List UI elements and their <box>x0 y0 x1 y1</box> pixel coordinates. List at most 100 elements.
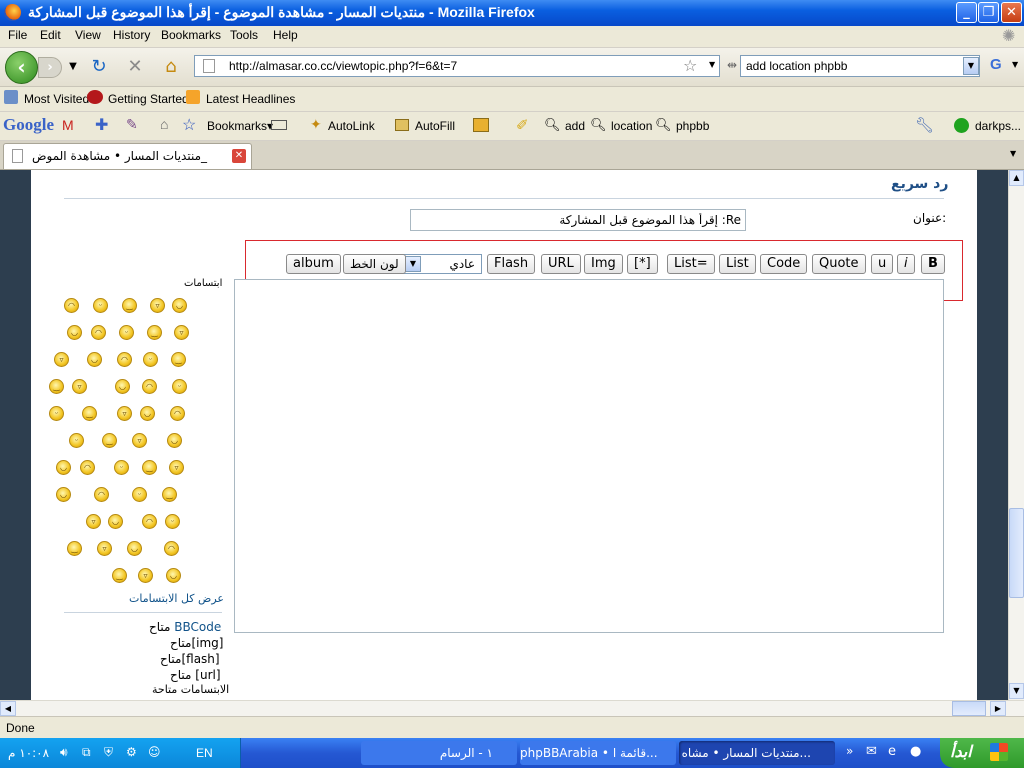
smiley-icon[interactable]: ▿ <box>86 514 101 529</box>
smiley-icon[interactable]: ᵕ <box>172 379 187 394</box>
smiley-icon[interactable]: ◡ <box>167 433 182 448</box>
stop-icon[interactable]: ✕ <box>124 56 146 78</box>
font-size-select[interactable]: عادي ▼ <box>403 254 482 274</box>
smiley-icon[interactable]: ▿ <box>169 460 184 475</box>
view-all-smilies-link[interactable]: عرض كل الابتسامات <box>129 592 224 605</box>
language-indicator[interactable]: EN <box>196 746 213 760</box>
smiley-icon[interactable]: ▿ <box>54 352 69 367</box>
smiley-icon[interactable]: ◠ <box>64 298 79 313</box>
smiley-icon[interactable]: ◡ <box>166 568 181 583</box>
close-button[interactable]: ✕ <box>1001 2 1022 23</box>
smiley-icon[interactable]: ◡ <box>87 352 102 367</box>
ie-icon[interactable]: e <box>888 744 896 759</box>
smiley-icon[interactable]: ᵕ <box>49 406 64 421</box>
message-textarea[interactable] <box>234 279 944 633</box>
google-autofill[interactable]: AutoFill <box>415 119 455 133</box>
wrench-icon[interactable]: 🔧︎ <box>915 116 934 134</box>
smiley-icon[interactable]: ‿ <box>142 460 157 475</box>
google-user[interactable]: darkps... <box>975 119 1021 133</box>
autolink-icon[interactable]: ✦ <box>310 116 322 133</box>
scroll-right-icon[interactable]: ▶ <box>990 701 1006 716</box>
tab-list-icon[interactable]: ▼ <box>1010 149 1016 158</box>
subject-input[interactable] <box>410 209 746 231</box>
url-text[interactable]: http://almasar.co.cc/viewtopic.php?f=6&t… <box>229 59 457 73</box>
tab-close-icon[interactable]: ✕ <box>232 149 246 163</box>
messenger-icon[interactable]: ✉ <box>866 744 877 759</box>
smiley-icon[interactable]: ◠ <box>164 541 179 556</box>
resize-grip-icon[interactable]: ⇹ <box>727 58 737 72</box>
smiley-icon[interactable]: ▿ <box>97 541 112 556</box>
smiley-icon[interactable]: ᵕ <box>93 298 108 313</box>
google-search-icon[interactable]: G <box>990 56 1002 73</box>
url-bar[interactable]: http://almasar.co.cc/viewtopic.php?f=6&t… <box>194 55 720 77</box>
smiley-icon[interactable]: ◡ <box>56 460 71 475</box>
scroll-thumb[interactable] <box>1009 508 1024 598</box>
smiley-icon[interactable]: ‿ <box>102 433 117 448</box>
smiley-icon[interactable]: ᵕ <box>69 433 84 448</box>
list-button[interactable]: List <box>719 254 756 274</box>
bbcode-link[interactable]: BBCode <box>174 620 221 634</box>
smiley-icon[interactable]: ◠ <box>142 514 157 529</box>
bookmark-latest-headlines[interactable]: Latest Headlines <box>206 92 295 106</box>
bookmark-most-visited[interactable]: Most Visited <box>24 92 89 106</box>
smiley-icon[interactable]: ᵕ <box>119 325 134 340</box>
menu-file[interactable]: File <box>8 28 27 42</box>
smiley-icon[interactable]: ᵕ <box>143 352 158 367</box>
smiley-icon[interactable]: ◡ <box>140 406 155 421</box>
search-term-location[interactable]: location <box>611 119 652 133</box>
smiley-icon[interactable]: ‿ <box>162 487 177 502</box>
url-button[interactable]: URL <box>541 254 581 274</box>
smiley-icon[interactable]: ᵕ <box>132 487 147 502</box>
reload-icon[interactable]: ↻ <box>88 56 110 78</box>
quote-button[interactable]: Quote <box>812 254 866 274</box>
firefox-quicklaunch-icon[interactable]: ● <box>910 744 921 759</box>
forward-button[interactable]: › <box>38 57 62 78</box>
gmail-icon[interactable]: M <box>62 117 74 133</box>
smiley-icon[interactable]: ◡ <box>172 298 187 313</box>
menu-history[interactable]: History <box>113 28 150 42</box>
network-icon[interactable]: ⧉ <box>82 745 91 760</box>
quicklaunch-more-icon[interactable]: » <box>846 744 853 758</box>
upload-icon[interactable] <box>473 118 489 132</box>
smiley-icon[interactable]: ◡ <box>56 487 71 502</box>
history-dropdown-icon[interactable]: ▼ <box>62 56 84 78</box>
antivirus-icon[interactable]: ⚙ <box>126 745 137 759</box>
task-button-paint[interactable]: ١ - الرسام <box>361 741 517 765</box>
search-dropdown-icon[interactable]: ▼ <box>963 57 979 75</box>
smiley-icon[interactable]: ▿ <box>150 298 165 313</box>
menu-tools[interactable]: Tools <box>230 28 258 42</box>
code-button[interactable]: Code <box>760 254 808 274</box>
search-bar[interactable]: add location phpbb ▼ <box>740 55 980 77</box>
smiley-icon[interactable]: ▿ <box>117 406 132 421</box>
smiley-icon[interactable]: ▿ <box>174 325 189 340</box>
scroll-left-icon[interactable]: ◀ <box>0 701 16 716</box>
menu-help[interactable]: Help <box>273 28 298 42</box>
menu-view[interactable]: View <box>75 28 101 42</box>
smiley-icon[interactable]: ‿ <box>82 406 97 421</box>
italic-button[interactable]: i <box>897 254 915 274</box>
smiley-icon[interactable]: ‿ <box>49 379 64 394</box>
smiley-icon[interactable]: ‿ <box>112 568 127 583</box>
smiley-icon[interactable]: ◠ <box>142 379 157 394</box>
highlight-icon[interactable]: ✐ <box>516 116 529 134</box>
maximize-button[interactable]: ❐ <box>978 2 999 23</box>
google-autolink[interactable]: AutoLink <box>328 119 375 133</box>
home-icon[interactable]: ⌂ <box>160 56 182 78</box>
smiley-icon[interactable]: ◡ <box>115 379 130 394</box>
smiley-icon[interactable]: ▿ <box>132 433 147 448</box>
menu-bookmarks[interactable]: Bookmarks <box>161 28 221 42</box>
clock[interactable]: ١٠:٠٨ م <box>8 746 49 760</box>
smiley-icon[interactable]: ◡ <box>108 514 123 529</box>
minimize-button[interactable]: _ <box>956 2 977 23</box>
search-input[interactable]: add location phpbb <box>746 59 847 73</box>
back-button[interactable]: ‹ <box>5 51 38 84</box>
smiley-icon[interactable]: ᵕ <box>165 514 180 529</box>
search-engine-dropdown-icon[interactable]: ▼ <box>1012 60 1018 69</box>
select-chevron-down-icon[interactable]: ▼ <box>405 256 421 272</box>
scroll-down-icon[interactable]: ▼ <box>1009 683 1024 699</box>
horizontal-scrollbar[interactable]: ◀ ▶ <box>0 700 1024 716</box>
smiley-icon[interactable]: ᵕ <box>114 460 129 475</box>
google-bookmarks[interactable]: Bookmarks▾ <box>207 119 273 133</box>
bookmark-getting-started[interactable]: Getting Started <box>108 92 189 106</box>
smiley-icon[interactable]: ◡ <box>67 325 82 340</box>
